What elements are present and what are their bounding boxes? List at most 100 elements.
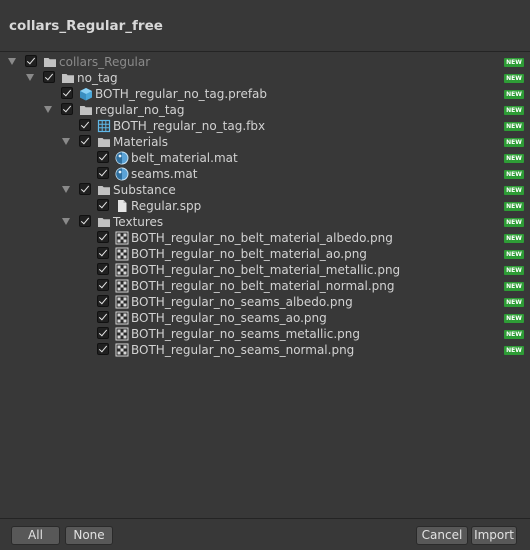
new-badge: NEW: [504, 218, 524, 227]
include-checkbox[interactable]: [97, 151, 109, 163]
new-badge: NEW: [504, 330, 524, 339]
include-checkbox[interactable]: [79, 119, 91, 131]
folder-icon: [79, 103, 93, 117]
tree-row[interactable]: BOTH_regular_no_seams_ao.png NEW: [0, 310, 530, 326]
foldout-arrow-icon[interactable]: [44, 106, 52, 113]
new-badge: NEW: [504, 266, 524, 275]
texture-icon: [115, 327, 129, 341]
texture-icon: [115, 343, 129, 357]
new-badge: NEW: [504, 298, 524, 307]
material-icon: [115, 151, 129, 165]
file-icon: [115, 199, 129, 213]
tree-item-label: BOTH_regular_no_belt_material_normal.png: [131, 279, 395, 293]
tree-row[interactable]: Materials NEW: [0, 134, 530, 150]
mesh-icon: [97, 119, 111, 133]
tree-item-label: collars_Regular: [59, 55, 151, 69]
tree-item-label: BOTH_regular_no_tag.fbx: [113, 119, 266, 133]
folder-icon: [61, 71, 75, 85]
tree-item-label: Regular.spp: [131, 199, 202, 213]
texture-icon: [115, 263, 129, 277]
texture-icon: [115, 231, 129, 245]
import-button[interactable]: Import: [471, 526, 517, 545]
tree-item-label: BOTH_regular_no_tag.prefab: [95, 87, 268, 101]
new-badge: NEW: [504, 106, 524, 115]
new-badge: NEW: [504, 314, 524, 323]
tree-row[interactable]: no_tag NEW: [0, 70, 530, 86]
include-checkbox[interactable]: [61, 87, 73, 99]
foldout-arrow-icon[interactable]: [62, 218, 70, 225]
foldout-arrow-icon[interactable]: [26, 74, 34, 81]
folder-icon: [97, 215, 111, 229]
tree-row[interactable]: regular_no_tag NEW: [0, 102, 530, 118]
include-checkbox[interactable]: [97, 327, 109, 339]
tree-item-label: BOTH_regular_no_seams_ao.png: [131, 311, 327, 325]
include-checkbox[interactable]: [97, 311, 109, 323]
tree-item-label: BOTH_regular_no_belt_material_ao.png: [131, 247, 367, 261]
window-titlebar: collars_Regular_free: [0, 0, 530, 52]
new-badge: NEW: [504, 170, 524, 179]
tree-row[interactable]: BOTH_regular_no_tag.prefab NEW: [0, 86, 530, 102]
include-checkbox[interactable]: [97, 343, 109, 355]
tree-row[interactable]: BOTH_regular_no_seams_metallic.png NEW: [0, 326, 530, 342]
tree-row[interactable]: seams.mat NEW: [0, 166, 530, 182]
select-all-button[interactable]: All: [11, 526, 60, 545]
tree-row[interactable]: BOTH_regular_no_seams_albedo.png NEW: [0, 294, 530, 310]
tree-row[interactable]: BOTH_regular_no_tag.fbx NEW: [0, 118, 530, 134]
new-badge: NEW: [504, 122, 524, 131]
asset-tree: collars_Regular NEW no_tag NEW BOTH_regular_…: [0, 53, 530, 518]
new-badge: NEW: [504, 282, 524, 291]
tree-item-label: BOTH_regular_no_seams_normal.png: [131, 343, 355, 357]
new-badge: NEW: [504, 90, 524, 99]
include-checkbox[interactable]: [79, 183, 91, 195]
include-checkbox[interactable]: [79, 135, 91, 147]
folder-icon: [97, 183, 111, 197]
tree-item-label: Substance: [113, 183, 176, 197]
new-badge: NEW: [504, 346, 524, 355]
include-checkbox[interactable]: [61, 103, 73, 115]
tree-row[interactable]: collars_Regular NEW: [0, 54, 530, 70]
texture-icon: [115, 279, 129, 293]
include-checkbox[interactable]: [25, 55, 37, 67]
texture-icon: [115, 247, 129, 261]
include-checkbox[interactable]: [97, 295, 109, 307]
new-badge: NEW: [504, 58, 524, 67]
tree-row[interactable]: Textures NEW: [0, 214, 530, 230]
tree-row[interactable]: belt_material.mat NEW: [0, 150, 530, 166]
include-checkbox[interactable]: [97, 199, 109, 211]
include-checkbox[interactable]: [97, 167, 109, 179]
tree-item-label: BOTH_regular_no_belt_material_metallic.p…: [131, 263, 401, 277]
tree-item-label: Textures: [113, 215, 164, 229]
include-checkbox[interactable]: [97, 247, 109, 259]
include-checkbox[interactable]: [43, 71, 55, 83]
include-checkbox[interactable]: [97, 279, 109, 291]
tree-row[interactable]: BOTH_regular_no_belt_material_metallic.p…: [0, 262, 530, 278]
foldout-arrow-icon[interactable]: [8, 58, 16, 65]
new-badge: NEW: [504, 250, 524, 259]
tree-item-label: regular_no_tag: [95, 103, 185, 117]
tree-row[interactable]: Regular.spp NEW: [0, 198, 530, 214]
new-badge: NEW: [504, 234, 524, 243]
texture-icon: [115, 295, 129, 309]
new-badge: NEW: [504, 74, 524, 83]
tree-row[interactable]: Substance NEW: [0, 182, 530, 198]
tree-item-label: seams.mat: [131, 167, 198, 181]
cancel-button[interactable]: Cancel: [416, 526, 468, 545]
include-checkbox[interactable]: [97, 263, 109, 275]
bottom-toolbar: All None Cancel Import: [0, 518, 530, 550]
new-badge: NEW: [504, 154, 524, 163]
include-checkbox[interactable]: [97, 231, 109, 243]
select-none-button[interactable]: None: [65, 526, 113, 545]
tree-row[interactable]: BOTH_regular_no_belt_material_normal.png…: [0, 278, 530, 294]
folder-icon: [97, 135, 111, 149]
foldout-arrow-icon[interactable]: [62, 186, 70, 193]
material-icon: [115, 167, 129, 181]
texture-icon: [115, 311, 129, 325]
foldout-arrow-icon[interactable]: [62, 138, 70, 145]
tree-row[interactable]: BOTH_regular_no_seams_normal.png NEW: [0, 342, 530, 358]
tree-row[interactable]: BOTH_regular_no_belt_material_ao.png NEW: [0, 246, 530, 262]
tree-row[interactable]: BOTH_regular_no_belt_material_albedo.png…: [0, 230, 530, 246]
tree-item-label: BOTH_regular_no_seams_albedo.png: [131, 295, 353, 309]
include-checkbox[interactable]: [79, 215, 91, 227]
new-badge: NEW: [504, 138, 524, 147]
tree-item-label: belt_material.mat: [131, 151, 238, 165]
